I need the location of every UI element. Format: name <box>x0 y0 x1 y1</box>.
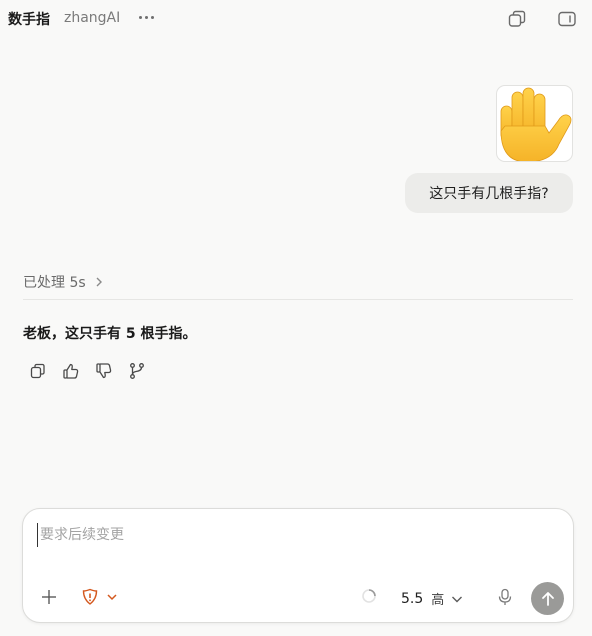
header: 数手指 zhangAI <box>0 0 592 38</box>
chevron-down-icon <box>107 594 117 601</box>
processed-label: 已处理 5s <box>23 275 86 291</box>
quality-label: 高 <box>431 593 445 608</box>
raised-hand-emoji-icon <box>500 87 572 161</box>
permissions-dropdown[interactable] <box>82 588 122 606</box>
sidebar-toggle-icon[interactable] <box>557 9 577 29</box>
divider <box>23 299 573 300</box>
add-attachment-icon[interactable] <box>40 588 58 606</box>
branch-icon[interactable] <box>128 362 146 380</box>
follow-up-input[interactable] <box>37 523 557 547</box>
more-options-icon[interactable] <box>139 16 156 20</box>
microphone-icon[interactable] <box>497 588 513 606</box>
chevron-down-icon <box>452 596 463 602</box>
assistant-reply: 老板，这只手有 5 根手指。 <box>23 323 197 343</box>
copy-icon[interactable] <box>29 362 47 380</box>
reply-number: 5 <box>125 326 136 342</box>
project-name[interactable]: zhangAI <box>64 10 120 26</box>
model-selector[interactable]: 5.5 高 <box>401 589 463 608</box>
chevron-right-icon <box>96 277 102 287</box>
reply-suffix: 根手指。 <box>135 326 197 342</box>
composer: 5.5 高 <box>22 508 574 623</box>
send-button[interactable] <box>531 582 564 615</box>
conversation-title: 数手指 <box>8 12 50 28</box>
user-attached-image[interactable] <box>496 85 573 162</box>
chat-window: 数手指 zhangAI 这只手有几根手指? 已处理 5s 老板，这只手有 5 根… <box>0 0 592 636</box>
reply-prefix: 老板，这只手有 <box>23 326 126 342</box>
loading-spinner-icon <box>361 588 377 604</box>
thumbs-up-icon[interactable] <box>62 362 80 380</box>
thumbs-down-icon[interactable] <box>95 362 113 380</box>
model-version: 5.5 <box>401 590 424 607</box>
processed-toggle[interactable]: 已处理 5s <box>23 273 104 291</box>
user-message-bubble: 这只手有几根手指? <box>405 173 573 213</box>
arrow-up-icon <box>541 591 554 606</box>
copy-window-icon[interactable] <box>507 9 527 29</box>
